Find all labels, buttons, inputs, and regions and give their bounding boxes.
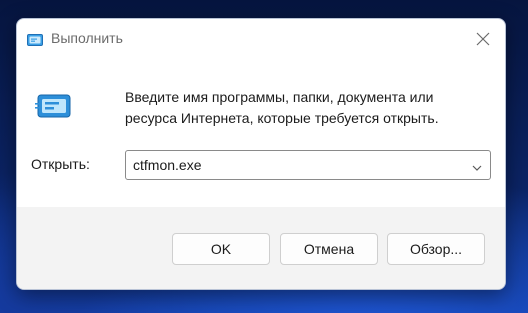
window-title: Выполнить: [51, 30, 123, 46]
open-combobox[interactable]: [125, 150, 491, 180]
title-bar[interactable]: Выполнить: [17, 19, 505, 59]
cancel-button[interactable]: Отмена: [280, 233, 378, 265]
chevron-down-icon[interactable]: [471, 160, 483, 171]
browse-button[interactable]: Обзор...: [387, 233, 485, 265]
run-icon: [27, 33, 43, 46]
ok-button[interactable]: OK: [172, 233, 270, 265]
close-icon: [476, 32, 490, 46]
open-label: Открыть:: [31, 156, 90, 172]
run-icon: [35, 93, 71, 119]
run-description: Введите имя программы, папки, документа …: [125, 89, 439, 126]
open-input[interactable]: [126, 151, 456, 179]
run-dialog: Выполнить Введите имя программы, папки, …: [16, 18, 506, 290]
button-bar: OK Отмена Обзор...: [17, 207, 505, 289]
close-button[interactable]: [461, 19, 505, 59]
